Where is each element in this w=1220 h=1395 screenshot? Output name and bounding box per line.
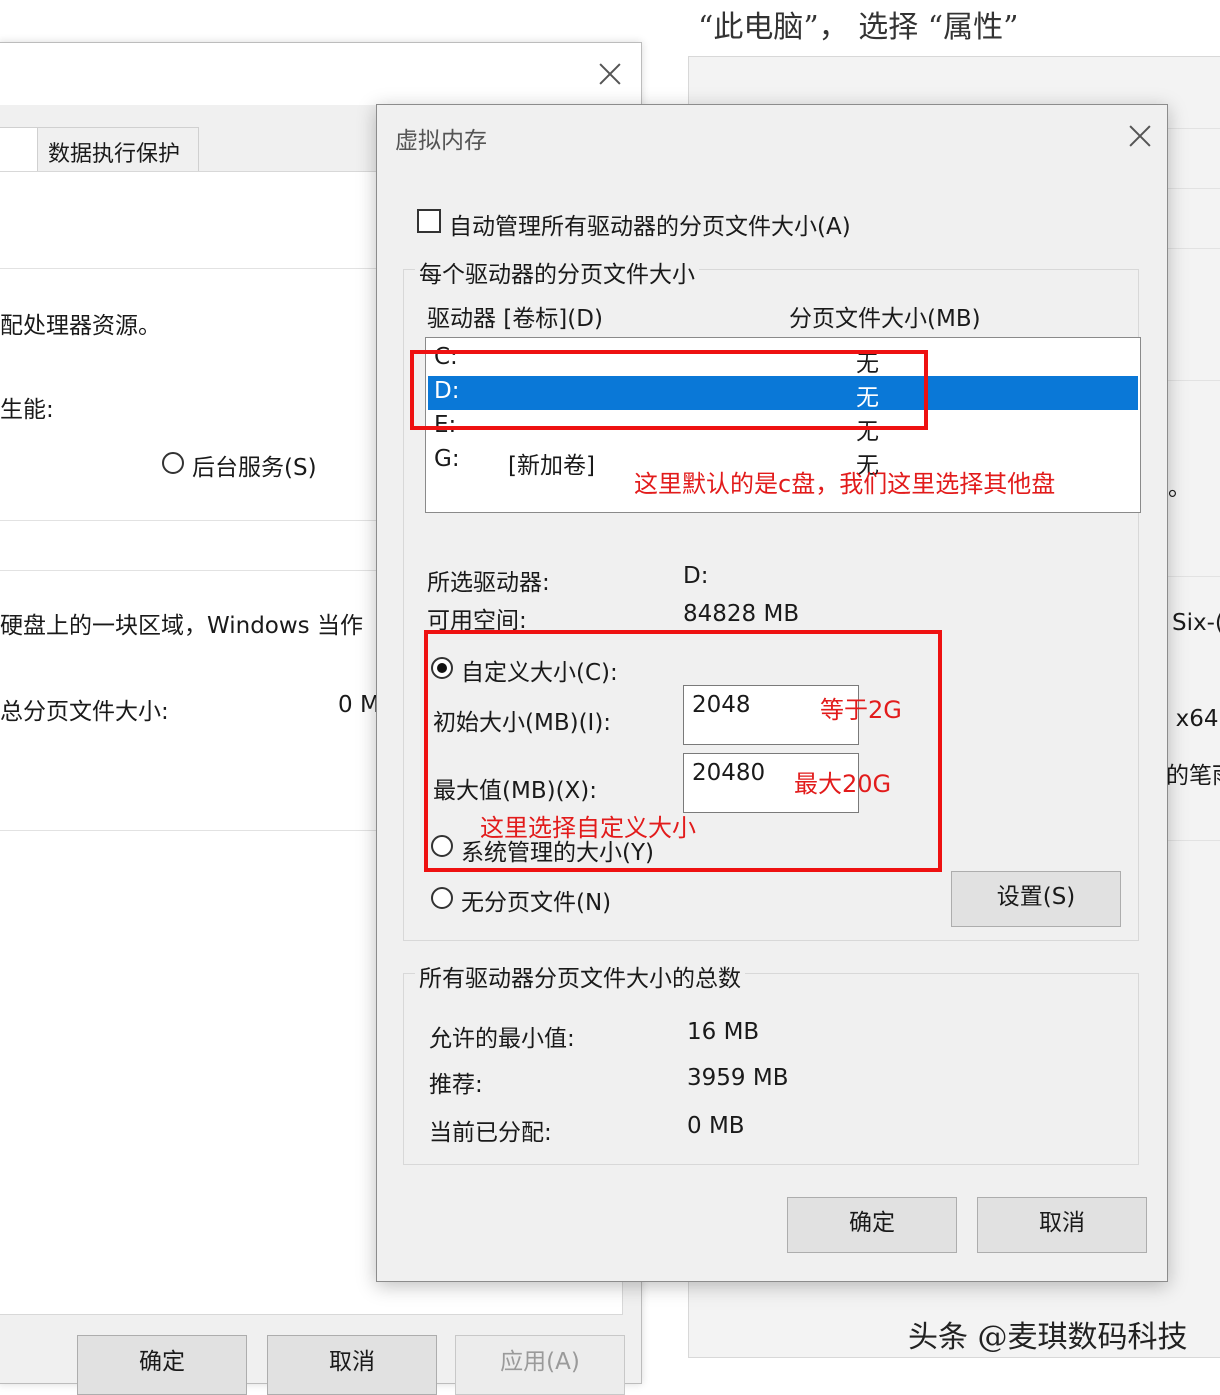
recommended-label: 推荐: [429, 1072, 483, 1098]
ok-button[interactable]: 确定 [787, 1197, 957, 1253]
set-button[interactable]: 设置(S) [951, 871, 1121, 927]
processor-text: 配处理器资源。 [0, 313, 161, 339]
divider [1166, 576, 1220, 577]
dialog-titlebar [377, 105, 1167, 167]
selected-drive-label: 所选驱动器: [427, 570, 550, 596]
tab-data-execution-prevention[interactable]: 数据执行保护 [37, 127, 199, 173]
annotation-initial-note: 等于2G [820, 696, 902, 724]
article-heading: “此电脑”， 选择 “属性” [698, 10, 1019, 45]
min-allowed-value: 16 MB [687, 1019, 760, 1045]
annotation-max-note: 最大20G [794, 770, 892, 798]
total-paging-label: 总分页文件大小: [0, 699, 169, 725]
close-icon[interactable] [599, 63, 621, 85]
fragment-text: 的笔雨 [1166, 763, 1220, 789]
column-header-drive: 驱动器 [卷标](D) [427, 306, 603, 332]
selected-drive-value: D: [683, 563, 709, 589]
tab-advanced[interactable] [0, 127, 39, 174]
min-allowed-label: 允许的最小值: [429, 1026, 575, 1052]
background-services-label: 后台服务(S) [192, 455, 317, 481]
background-services-radio[interactable] [162, 452, 184, 474]
divider [0, 570, 378, 571]
fragment-text: 。 [1168, 475, 1191, 501]
auto-manage-checkbox[interactable] [417, 209, 441, 233]
group-title: 所有驱动器分页文件大小的总数 [415, 959, 745, 993]
drive-letter: G: [434, 446, 460, 472]
free-space-value: 84828 MB [683, 601, 800, 627]
divider [1166, 248, 1220, 249]
divider [1166, 380, 1220, 381]
fragment-text: Six-( [1172, 610, 1220, 636]
annotation-custom-note: 这里选择自定义大小 [480, 814, 696, 842]
fragment-text: - x64 [1160, 706, 1219, 732]
annotation-box-drive [410, 350, 928, 430]
no-paging-label: 无分页文件(N) [461, 890, 612, 916]
allocated-label: 当前已分配: [429, 1120, 552, 1146]
recommended-value: 3959 MB [687, 1065, 789, 1091]
divider [1166, 128, 1220, 129]
watermark: 头条 @麦琪数码科技 [908, 1320, 1188, 1355]
auto-manage-label: 自动管理所有驱动器的分页文件大小(A) [449, 214, 851, 240]
ok-button[interactable]: 确定 [77, 1335, 247, 1395]
drive-label: [新加卷] [508, 453, 595, 479]
divider [1166, 840, 1220, 841]
annotation-drive-note: 这里默认的是c盘，我们这里选择其他盘 [634, 470, 1056, 498]
paging-description: 硬盘上的一块区域，Windows 当作 [0, 613, 363, 639]
cancel-button[interactable]: 取消 [267, 1335, 437, 1395]
column-header-size: 分页文件大小(MB) [789, 306, 981, 332]
dialog-title: 虚拟内存 [395, 128, 487, 154]
cancel-button[interactable]: 取消 [977, 1197, 1147, 1253]
apply-button[interactable]: 应用(A) [455, 1335, 625, 1395]
total-paging-value: 0 M [338, 692, 380, 718]
allocated-value: 0 MB [687, 1113, 745, 1139]
divider [0, 830, 378, 831]
performance-label: 生能: [0, 397, 54, 423]
divider [0, 520, 378, 521]
divider [0, 268, 378, 269]
dialog-titlebar [0, 43, 641, 105]
close-icon[interactable] [1129, 125, 1151, 147]
group-title: 每个驱动器的分页文件大小 [415, 255, 699, 289]
divider [1166, 188, 1220, 189]
no-paging-radio[interactable] [431, 887, 453, 909]
tab-label: 数据执行保护 [48, 142, 181, 167]
